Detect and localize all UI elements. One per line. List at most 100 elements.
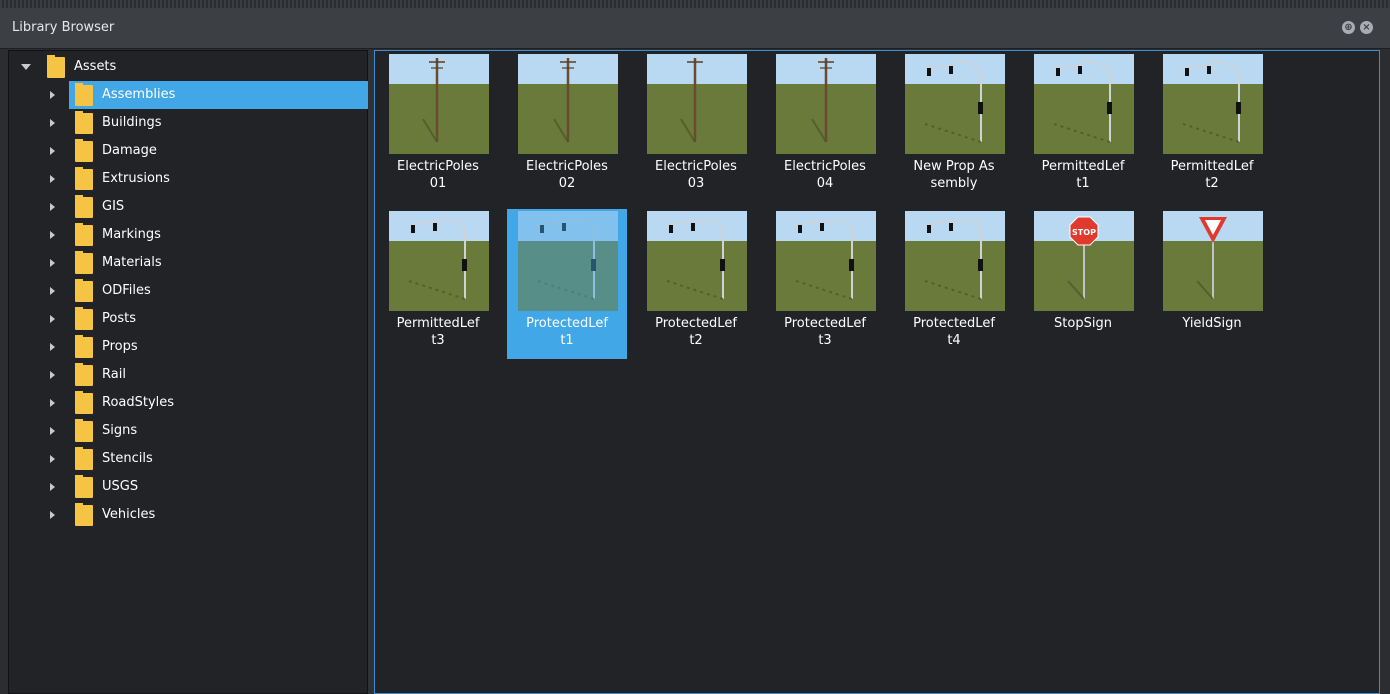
collapsed-arrow-icon[interactable] (50, 91, 55, 99)
collapsed-arrow-icon[interactable] (50, 315, 55, 323)
collapsed-arrow-icon[interactable] (50, 455, 55, 463)
tree-item-label: ODFiles (102, 283, 151, 298)
asset-label: ProtectedLef t1 (511, 315, 623, 349)
collapsed-arrow-icon[interactable] (50, 343, 55, 351)
asset-label-line1: ElectricPoles (526, 159, 608, 174)
collapsed-arrow-icon[interactable] (50, 399, 55, 407)
stop-sign-text: STOP (1072, 228, 1096, 237)
folder-tree[interactable]: Assets Assemblies Buildings Damage Extrusion… (8, 50, 375, 694)
asset-label-line1: ProtectedLef (913, 316, 995, 331)
asset-thumbnail (776, 54, 876, 154)
collapsed-arrow-icon[interactable] (50, 231, 55, 239)
tree-root-assets[interactable]: Assets (9, 53, 367, 81)
collapsed-arrow-icon[interactable] (50, 371, 55, 379)
tree-item-label: GIS (102, 199, 125, 214)
traffic-signal-icon (406, 219, 467, 300)
collapsed-arrow-icon[interactable] (50, 483, 55, 491)
tree-item-damage[interactable]: Damage (9, 137, 367, 165)
asset-thumbnail (776, 211, 876, 311)
expand-arrow-icon[interactable] (21, 64, 31, 70)
tree-item-posts[interactable]: Posts (9, 305, 367, 333)
collapsed-arrow-icon[interactable] (50, 147, 55, 155)
collapsed-arrow-icon[interactable] (50, 511, 55, 519)
collapsed-arrow-icon[interactable] (50, 287, 55, 295)
asset-thumbnail (905, 211, 1005, 311)
tree-item-vehicles[interactable]: Vehicles (9, 501, 367, 529)
float-panel-icon[interactable]: ⊕ (1342, 21, 1355, 34)
tree-item-label: Damage (102, 143, 157, 158)
asset-tile[interactable]: ElectricPoles 01 (378, 52, 498, 202)
asset-thumbnail (647, 54, 747, 154)
tree-item-label: Rail (102, 367, 126, 382)
asset-tile[interactable]: ElectricPoles 02 (507, 52, 627, 202)
asset-tile[interactable]: ElectricPoles 04 (765, 52, 885, 202)
asset-tile[interactable]: New Prop As sembly (894, 52, 1014, 202)
electric-pole-icon (680, 58, 703, 143)
asset-tile[interactable]: STOP StopSign (1023, 209, 1143, 359)
asset-tile[interactable]: ProtectedLef t4 (894, 209, 1014, 359)
asset-tile[interactable]: ElectricPoles 03 (636, 52, 756, 202)
traffic-signal-icon (664, 219, 725, 300)
asset-tile[interactable]: PermittedLef t1 (1023, 52, 1143, 202)
close-panel-icon[interactable]: × (1360, 21, 1373, 34)
asset-tile[interactable]: ProtectedLef t1 (507, 209, 627, 359)
asset-label: ProtectedLef t2 (640, 315, 752, 349)
tree-item-label: Assemblies (102, 87, 176, 102)
collapsed-arrow-icon[interactable] (50, 119, 55, 127)
asset-label-line2: 01 (429, 176, 447, 191)
asset-label-line2: 02 (558, 176, 576, 191)
asset-label-line1: ElectricPoles (397, 159, 479, 174)
folder-icon (75, 503, 93, 526)
asset-tile[interactable]: PermittedLef t3 (378, 209, 498, 359)
tree-item-label: Props (102, 339, 138, 354)
traffic-signal-icon (922, 219, 983, 300)
tree-item-usgs[interactable]: USGS (9, 473, 367, 501)
collapsed-arrow-icon[interactable] (50, 427, 55, 435)
tree-item-props[interactable]: Props (9, 333, 367, 361)
tree-item-gis[interactable]: GIS (9, 193, 367, 221)
tree-item-extrusions[interactable]: Extrusions (9, 165, 367, 193)
asset-tile[interactable]: PermittedLef t2 (1152, 52, 1272, 202)
asset-thumbnail (518, 211, 618, 311)
asset-grid[interactable]: ElectricPoles 01 ElectricPoles 02 ElectricPo… (374, 50, 1380, 694)
tree-item-label: Posts (102, 311, 136, 326)
tree-item-materials[interactable]: Materials (9, 249, 367, 277)
tree-item-label: Materials (102, 255, 162, 270)
asset-tile[interactable]: ProtectedLef t3 (765, 209, 885, 359)
traffic-signal-icon (1180, 62, 1241, 143)
asset-label-line2: t3 (818, 333, 832, 348)
tree-item-markings[interactable]: Markings (9, 221, 367, 249)
asset-label: ElectricPoles 01 (382, 158, 494, 192)
collapsed-arrow-icon[interactable] (50, 175, 55, 183)
asset-label-line2: 03 (687, 176, 705, 191)
tree-item-label: Vehicles (102, 507, 156, 522)
stop-sign-icon: STOP (1067, 216, 1099, 300)
tree-item-label: Signs (102, 423, 138, 438)
asset-thumbnail (518, 54, 618, 154)
asset-tile[interactable]: YieldSign (1152, 209, 1272, 359)
asset-label: New Prop As sembly (898, 158, 1010, 192)
collapsed-arrow-icon[interactable] (50, 259, 55, 267)
tree-item-rail[interactable]: Rail (9, 361, 367, 389)
asset-label-line2: t3 (431, 333, 445, 348)
asset-label-line1: YieldSign (1182, 316, 1242, 331)
traffic-signal-icon (793, 219, 854, 300)
tree-item-signs[interactable]: Signs (9, 417, 367, 445)
collapsed-arrow-icon[interactable] (50, 203, 55, 211)
tree-item-stencils[interactable]: Stencils (9, 445, 367, 473)
tree-item-label: Markings (102, 227, 161, 242)
tree-item-odfiles[interactable]: ODFiles (9, 277, 367, 305)
folder-icon (75, 335, 93, 358)
folder-icon (75, 83, 93, 106)
tree-item-assemblies[interactable]: Assemblies (9, 81, 375, 109)
asset-tile[interactable]: ProtectedLef t2 (636, 209, 756, 359)
folder-icon (75, 195, 93, 218)
tree-item-roadstyles[interactable]: RoadStyles (9, 389, 367, 417)
asset-thumbnail: STOP (1034, 211, 1134, 311)
folder-icon (75, 139, 93, 162)
folder-icon (75, 447, 93, 470)
panel-titlebar: Library Browser ⊕ × (0, 8, 1390, 49)
tree-item-buildings[interactable]: Buildings (9, 109, 367, 137)
asset-label-line2: 04 (816, 176, 834, 191)
asset-label-line1: StopSign (1054, 316, 1112, 331)
